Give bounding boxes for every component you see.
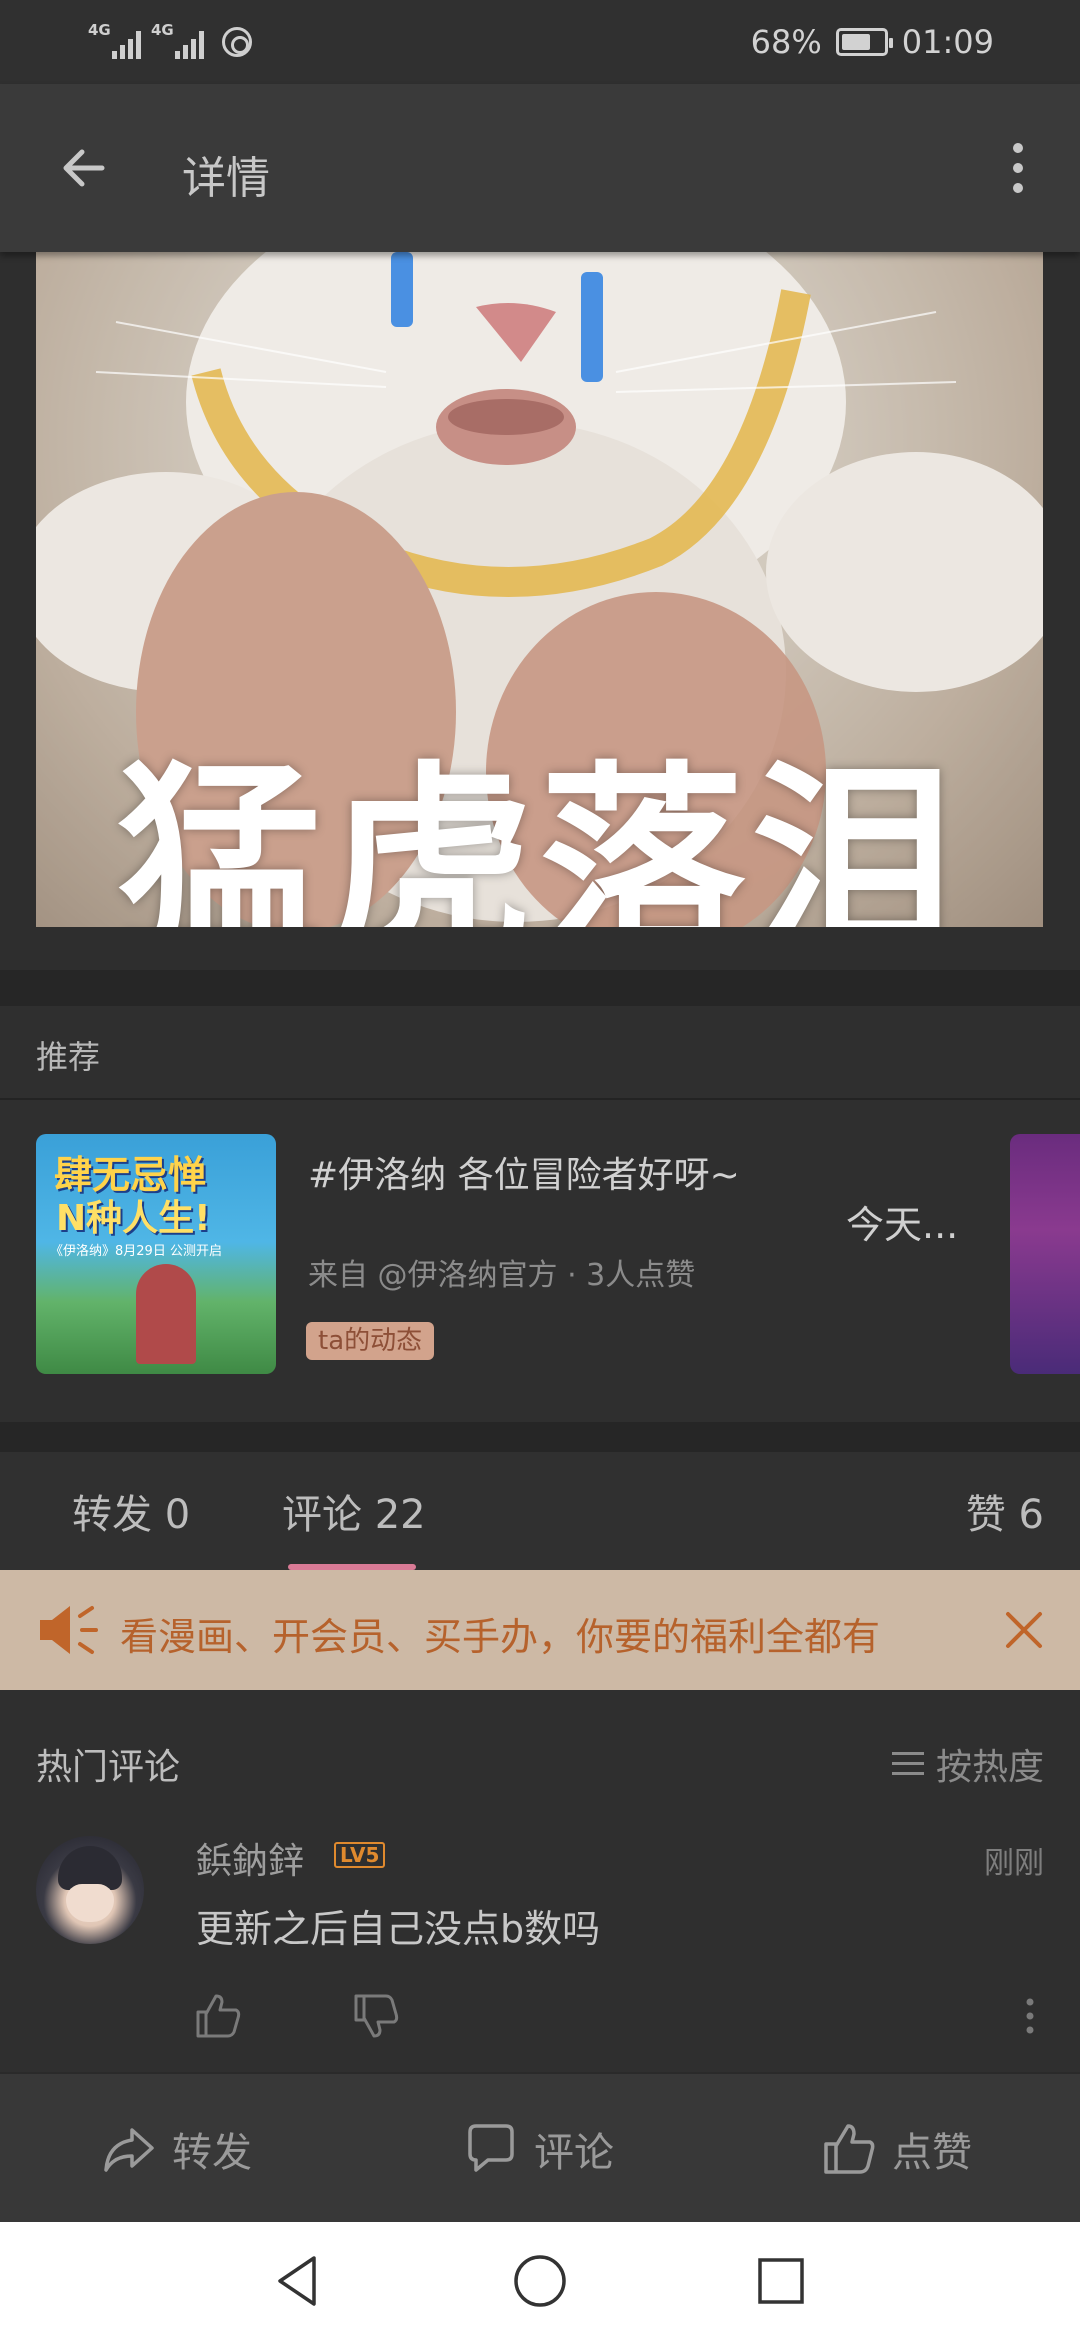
signal-label: 4G	[151, 21, 174, 39]
post-image-section: 猛虎落泪	[0, 252, 1080, 970]
thumbs-down-icon[interactable]	[350, 1990, 402, 2042]
tab-comment[interactable]: 评论 22	[282, 1482, 426, 1540]
recommend-title[interactable]: #伊洛纳 各位冒险者好呀~	[308, 1146, 740, 1198]
post-image[interactable]: 猛虎落泪	[36, 252, 1043, 927]
thumbnail-subtitle: N种人生!	[56, 1198, 211, 1239]
repost-label: 转发	[172, 2130, 252, 2176]
section-divider	[0, 1422, 1080, 1452]
promo-banner[interactable]: 看漫画、开会员、买手办，你要的福利全都有	[0, 1570, 1080, 1690]
hotspot-icon	[222, 27, 252, 57]
comments-section: 热门评论 按热度 鋲鈉鋅 LV5 刚刚 更新之后自己没点b数吗	[0, 1690, 1080, 2072]
thumbs-up-icon	[824, 2124, 875, 2174]
signal-icon: 4G	[88, 21, 141, 59]
more-vertical-icon[interactable]	[1010, 1990, 1050, 2042]
comment-time: 刚刚	[984, 1846, 1044, 1881]
sort-button[interactable]: 按热度	[891, 1738, 1044, 1790]
comment-button[interactable]: 评论	[462, 2074, 614, 2224]
page-title: 详情	[182, 153, 270, 204]
sort-label: 按热度	[935, 1747, 1044, 1788]
battery-icon	[835, 28, 893, 56]
app-bar: 详情	[0, 84, 1080, 252]
level-badge: LV5	[334, 1842, 386, 1868]
recommend-more[interactable]: 今天...	[846, 1194, 958, 1249]
list-icon	[891, 1752, 924, 1776]
signal-label: 4G	[88, 21, 111, 39]
detail-tabs: 转发 0 评论 22 赞 6	[0, 1452, 1080, 1570]
recommend-thumbnail[interactable]: 肆无忌惮 N种人生! 《伊洛纳》8月29日 公测开启	[36, 1134, 276, 1374]
more-button[interactable]	[978, 128, 1058, 208]
like-label: 点赞	[892, 2130, 972, 2176]
thumbnail-date: 《伊洛纳》8月29日 公测开启	[50, 1244, 222, 1259]
hot-comments-title: 热门评论	[36, 1747, 181, 1788]
recommend-header: 推荐	[36, 1038, 101, 1076]
castle-graphic	[136, 1264, 196, 1364]
avatar[interactable]	[36, 1836, 144, 1944]
comment-text: 更新之后自己没点b数吗	[196, 1907, 601, 1951]
comment-label: 评论	[534, 2130, 614, 2176]
status-bar: 4G 4G 68% 01:09	[0, 0, 1080, 84]
nav-home-icon[interactable]	[507, 2248, 573, 2314]
nav-back-icon[interactable]	[266, 2248, 332, 2314]
signal-icon: 4G	[151, 21, 204, 59]
back-button[interactable]	[46, 128, 126, 208]
close-icon[interactable]	[994, 1600, 1054, 1660]
repost-button[interactable]: 转发	[100, 2074, 252, 2224]
tab-like[interactable]: 赞 6	[966, 1482, 1044, 1540]
tab-repost[interactable]: 转发 0	[72, 1482, 190, 1540]
speaker-icon	[40, 1606, 98, 1654]
nav-recents-icon[interactable]	[748, 2248, 814, 2314]
comment-icon	[468, 2124, 514, 2172]
system-navigation-bar	[0, 2222, 1080, 2340]
arrow-left-icon	[63, 149, 105, 187]
comment-username[interactable]: 鋲鈉鋅	[196, 1832, 304, 1884]
more-vertical-icon	[1013, 143, 1023, 193]
recommend-thumbnail-next[interactable]	[1010, 1134, 1080, 1374]
bottom-action-bar: 转发 评论 点赞	[0, 2072, 1080, 2222]
recommend-tag[interactable]: ta的动态	[306, 1322, 435, 1360]
thumbs-up-icon[interactable]	[192, 1990, 244, 2042]
recommend-section: 推荐 肆无忌惮 N种人生! 《伊洛纳》8月29日 公测开启 #伊洛纳 各位冒险者…	[0, 1006, 1080, 1422]
status-left: 4G 4G	[88, 20, 252, 64]
promo-text: 看漫画、开会员、买手办，你要的福利全都有	[120, 1615, 881, 1659]
section-divider	[0, 970, 1080, 1006]
battery-percent: 68%	[750, 23, 822, 61]
clock: 01:09	[901, 23, 994, 61]
status-right: 68% 01:09	[751, 20, 994, 64]
recommend-meta: 来自 @伊洛纳官方 · 3人点赞	[308, 1258, 696, 1293]
like-button[interactable]: 点赞	[820, 2074, 972, 2224]
image-caption: 猛虎落泪	[117, 745, 962, 927]
divider	[0, 1098, 1080, 1100]
share-icon	[104, 2128, 154, 2172]
